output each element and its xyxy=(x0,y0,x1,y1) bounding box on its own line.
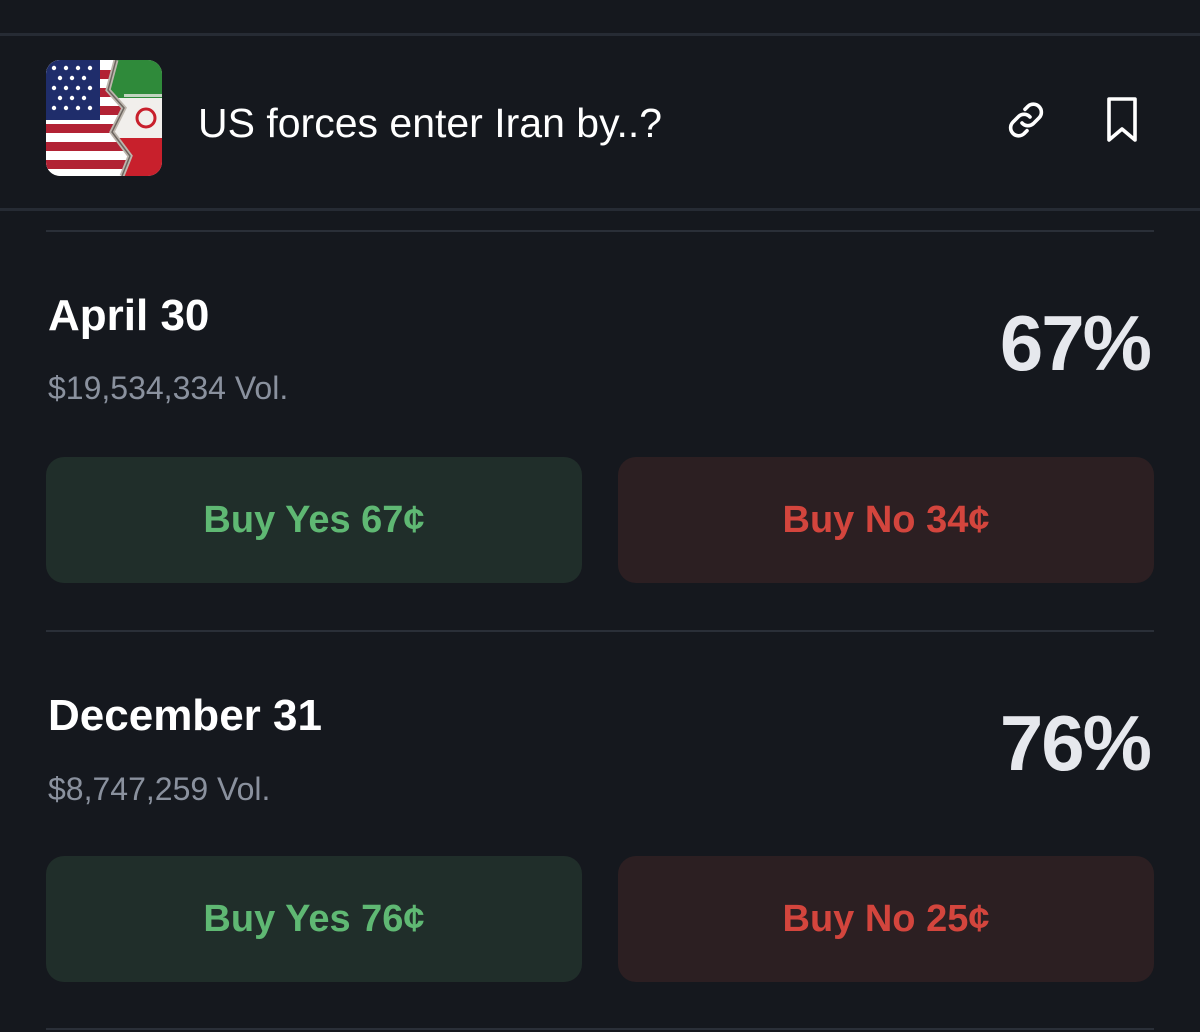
buy-no-button[interactable]: Buy No 34¢ xyxy=(618,457,1154,583)
buy-yes-button[interactable]: Buy Yes 76¢ xyxy=(46,856,582,982)
outcome-volume: $8,747,259 Vol. xyxy=(48,771,271,807)
outcome-chance: 76% xyxy=(999,699,1152,787)
buy-no-button[interactable]: Buy No 25¢ xyxy=(618,856,1154,982)
outcome-label: April 30 xyxy=(48,291,210,340)
bookmark-button[interactable] xyxy=(1092,90,1152,150)
us-iran-flags-image xyxy=(46,60,162,176)
bookmark-icon xyxy=(1107,97,1137,142)
outcome-volume: $19,534,334 Vol. xyxy=(48,370,289,406)
link-button[interactable] xyxy=(996,90,1056,150)
row-divider xyxy=(46,1028,1154,1030)
header-divider xyxy=(0,208,1200,211)
market-page: US forces enter Iran by..? April 30 $19,… xyxy=(0,0,1200,1032)
outcome-chance: 67% xyxy=(999,299,1152,387)
row-divider xyxy=(46,630,1154,632)
buy-yes-button[interactable]: Buy Yes 67¢ xyxy=(46,457,582,583)
link-icon xyxy=(1008,102,1044,138)
outcome-label: December 31 xyxy=(48,691,322,740)
market-header: US forces enter Iran by..? xyxy=(0,36,1200,208)
market-title: US forces enter Iran by..? xyxy=(198,100,663,146)
row-divider xyxy=(46,230,1154,232)
